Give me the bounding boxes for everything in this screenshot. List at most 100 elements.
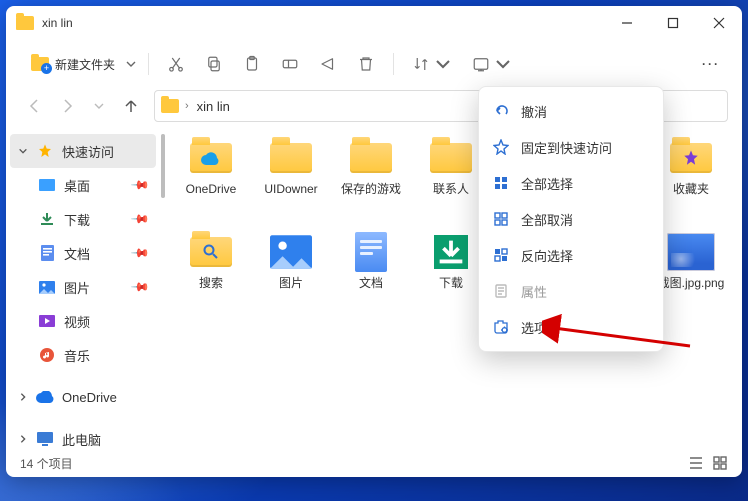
item-icon [187, 138, 235, 178]
item-label: 下载 [414, 276, 488, 291]
menu-invert-selection[interactable]: 反向选择 [479, 237, 663, 273]
sidebar-label: 图片 [64, 278, 90, 297]
copy-button[interactable] [197, 47, 231, 81]
chevron-right-icon: › [185, 100, 189, 112]
cloud-icon [36, 391, 54, 403]
item-label: 图片 [254, 276, 328, 291]
document-icon [38, 245, 56, 261]
sidebar-label: 文档 [64, 244, 90, 263]
menu-label: 撤消 [521, 102, 547, 121]
folder-icon [161, 99, 179, 113]
item-label: 收藏夹 [654, 182, 728, 197]
new-dropdown-button[interactable] [124, 58, 138, 70]
delete-button[interactable] [349, 47, 383, 81]
sidebar-item-documents[interactable]: 文档 📌 [10, 236, 156, 270]
close-button[interactable] [696, 6, 742, 40]
menu-pin[interactable]: 固定到快速访问 [479, 129, 663, 165]
pin-icon: 📌 [130, 277, 150, 297]
file-item[interactable]: 文档 [334, 232, 408, 312]
monitor-icon [36, 432, 54, 446]
item-icon [427, 138, 475, 178]
forward-button[interactable] [52, 91, 82, 121]
music-icon [38, 348, 56, 362]
sidebar-label: OneDrive [62, 390, 117, 405]
title-bar: xin lin [6, 6, 742, 40]
sort-button[interactable] [404, 47, 460, 81]
item-label: OneDrive [174, 182, 248, 197]
sidebar-item-desktop[interactable]: 桌面 📌 [10, 168, 156, 202]
separator [393, 53, 394, 75]
item-icon [187, 232, 235, 272]
file-item[interactable]: UIDowner [254, 138, 328, 218]
breadcrumb-item[interactable]: xin lin [195, 99, 232, 114]
rename-button[interactable] [273, 47, 307, 81]
menu-properties: 属性 [479, 273, 663, 309]
new-folder-label: 新建文件夹 [55, 56, 115, 73]
menu-label: 固定到快速访问 [521, 138, 612, 157]
sidebar-label: 此电脑 [62, 430, 101, 449]
item-icon [667, 232, 715, 272]
menu-label: 全部取消 [521, 210, 573, 229]
chevron-right-icon [18, 434, 28, 444]
video-icon [38, 315, 56, 327]
file-item[interactable]: 下载 [414, 232, 488, 312]
sidebar-item-quick-access[interactable]: 快速访问 [10, 134, 156, 168]
file-item[interactable]: 保存的游戏 [334, 138, 408, 218]
menu-label: 反向选择 [521, 246, 573, 265]
icon-view-icon[interactable] [712, 455, 728, 471]
minimize-button[interactable] [604, 6, 650, 40]
up-button[interactable] [116, 91, 146, 121]
sidebar-item-downloads[interactable]: 下载 📌 [10, 202, 156, 236]
new-folder-icon [31, 57, 49, 71]
sidebar-item-this-pc[interactable]: 此电脑 [10, 422, 156, 449]
chevron-down-icon [18, 146, 28, 156]
item-icon [427, 232, 475, 272]
item-label: UIDowner [254, 182, 328, 197]
share-button[interactable] [311, 47, 345, 81]
file-item[interactable]: 图片 [254, 232, 328, 312]
file-item[interactable]: 截图.jpg.png [654, 232, 728, 312]
item-label: 搜索 [174, 276, 248, 291]
sidebar-item-videos[interactable]: 视频 [10, 304, 156, 338]
file-item[interactable]: 搜索 [174, 232, 248, 312]
separator [148, 53, 149, 75]
maximize-button[interactable] [650, 6, 696, 40]
item-icon [347, 232, 395, 272]
menu-select-none[interactable]: 全部取消 [479, 201, 663, 237]
menu-label: 全部选择 [521, 174, 573, 193]
annotation-arrow [542, 306, 692, 356]
sidebar-label: 桌面 [64, 176, 90, 195]
pin-icon: 📌 [130, 243, 150, 263]
desktop-icon [38, 179, 56, 191]
menu-select-all[interactable]: 全部选择 [479, 165, 663, 201]
item-label: 联系人 [414, 182, 488, 197]
item-label: 保存的游戏 [334, 182, 408, 197]
cut-button[interactable] [159, 47, 193, 81]
details-view-icon[interactable] [688, 455, 704, 471]
more-button[interactable]: ··· [694, 47, 728, 81]
chevron-right-icon [18, 392, 28, 402]
view-button[interactable] [464, 47, 520, 81]
sidebar-label: 音乐 [64, 346, 90, 365]
item-label: 截图.jpg.png [654, 276, 728, 291]
sidebar-item-music[interactable]: 音乐 [10, 338, 156, 372]
recent-dropdown[interactable] [84, 91, 114, 121]
sidebar-item-onedrive[interactable]: OneDrive [10, 380, 156, 414]
pin-icon: 📌 [130, 209, 150, 229]
paste-button[interactable] [235, 47, 269, 81]
new-folder-button[interactable]: 新建文件夹 [20, 47, 120, 81]
back-button[interactable] [20, 91, 50, 121]
status-bar: 14 个项目 [6, 449, 742, 477]
file-item[interactable]: OneDrive [174, 138, 248, 218]
sidebar-item-pictures[interactable]: 图片 📌 [10, 270, 156, 304]
item-icon [347, 138, 395, 178]
toolbar: 新建文件夹 ··· [6, 40, 742, 88]
sidebar: 快速访问 桌面 📌 下载 📌 文档 📌 图片 📌 [6, 128, 160, 449]
explorer-window: xin lin 新建文件夹 [6, 6, 742, 477]
menu-label: 属性 [521, 282, 547, 301]
menu-undo[interactable]: 撤消 [479, 93, 663, 129]
folder-icon [16, 16, 34, 30]
item-icon [267, 138, 315, 178]
file-item[interactable]: 收藏夹 [654, 138, 728, 218]
file-item[interactable]: 联系人 [414, 138, 488, 218]
